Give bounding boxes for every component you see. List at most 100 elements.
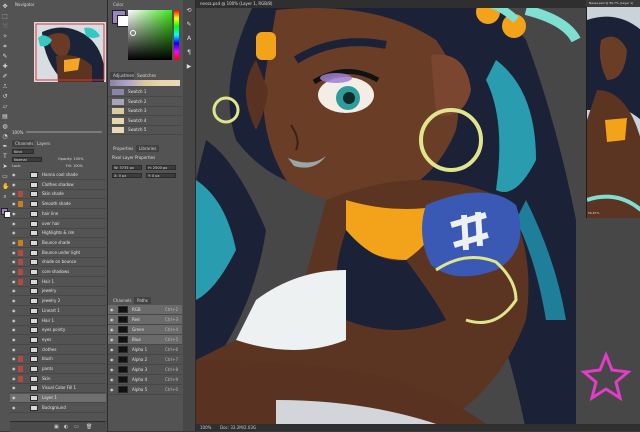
visibility-eye-icon[interactable]: ◉ [12, 395, 17, 400]
layer-name[interactable]: jewelry 2 [42, 297, 60, 305]
eraser-tool-icon[interactable]: ▱ [2, 104, 8, 110]
visibility-eye-icon[interactable]: ◉ [12, 240, 17, 245]
channel-row[interactable]: ◉ Blue Ctrl+5 [108, 335, 182, 345]
layer-name[interactable]: blush [42, 355, 53, 363]
visibility-eye-icon[interactable]: ◉ [12, 182, 17, 187]
hand-tool-icon[interactable]: ✋ [2, 184, 9, 190]
channel-row[interactable]: ◉ RGB Ctrl+2 [108, 305, 182, 315]
visibility-eye-icon[interactable]: ◉ [110, 337, 114, 342]
layer-name[interactable]: Smooth shade [42, 200, 71, 208]
swatch-color[interactable] [112, 108, 124, 114]
zoom-readout[interactable]: 100% [200, 424, 211, 431]
x-field[interactable]: X: 0 px [112, 173, 142, 178]
layer-row[interactable]: ◉ Highlights & rim [10, 229, 106, 239]
layer-thumbnail[interactable] [30, 346, 38, 353]
document-tab[interactable]: nessa.psd @ 100% (Layer 1, RGB/8) [196, 0, 586, 8]
history-brush-tool-icon[interactable]: ↺ [2, 94, 8, 100]
visibility-eye-icon[interactable]: ◉ [12, 211, 17, 216]
type-tool-icon[interactable]: T [2, 154, 8, 160]
visibility-eye-icon[interactable]: ◉ [12, 376, 17, 381]
layer-thumbnail[interactable] [30, 269, 38, 275]
layer-name[interactable]: hair line [42, 210, 58, 218]
swatch-color[interactable] [112, 98, 124, 105]
layer-row[interactable]: ◉ jewelry 2 [10, 297, 106, 307]
layer-thumbnail[interactable] [30, 356, 38, 363]
layer-row[interactable]: ◉ hair line [10, 210, 106, 219]
visibility-eye-icon[interactable]: ◉ [12, 308, 17, 313]
layer-thumbnail[interactable] [30, 307, 38, 314]
layer-row[interactable]: ◉ clothes [10, 346, 106, 355]
tab-layers[interactable]: Layers [34, 140, 54, 147]
visibility-eye-icon[interactable]: ◉ [110, 387, 114, 392]
pen-tool-icon[interactable]: ✒ [2, 144, 8, 150]
layer-row[interactable]: ◉ Background [10, 404, 106, 413]
navigator-zoom-slider[interactable] [26, 131, 102, 133]
layer-name[interactable]: Highlights & rim [42, 229, 74, 237]
actions-panel-icon[interactable]: ▶ [186, 64, 192, 70]
layer-thumbnail[interactable] [30, 336, 38, 343]
layer-row[interactable]: ◉ Hanna cool shade [10, 171, 106, 180]
color-picker-cursor[interactable] [130, 30, 136, 36]
visibility-eye-icon[interactable]: ◉ [12, 327, 17, 332]
swatch-color[interactable] [112, 117, 124, 124]
visibility-eye-icon[interactable]: ◉ [12, 221, 17, 226]
swatch-color[interactable] [112, 89, 124, 95]
layer-row[interactable]: ◉ shade on bounce [10, 258, 106, 268]
swatch-row[interactable]: Swatch 1 [108, 88, 182, 97]
layer-thumbnail[interactable] [30, 317, 38, 324]
layer-thumbnail[interactable] [30, 298, 38, 305]
width-field[interactable]: W: 3735 px [112, 165, 142, 170]
layer-thumbnail[interactable] [30, 230, 38, 237]
visibility-eye-icon[interactable]: ◉ [110, 327, 114, 332]
visibility-eye-icon[interactable]: ◉ [110, 357, 114, 362]
layer-row[interactable]: ◉ jewelry [10, 287, 106, 297]
visibility-eye-icon[interactable]: ◉ [12, 191, 17, 196]
layer-thumbnail[interactable] [30, 288, 38, 295]
brush-tool-icon[interactable]: ✐ [2, 74, 8, 80]
dodge-tool-icon[interactable]: ◔ [2, 134, 8, 140]
tab-paths[interactable]: Paths [134, 297, 151, 304]
channel-row[interactable]: ◉ Alpha 4 Ctrl+9 [108, 375, 182, 385]
blend-mode-select[interactable]: Normal [12, 157, 42, 162]
layer-thumbnail[interactable] [30, 327, 38, 334]
fill-field[interactable]: Fill: 100% [66, 164, 83, 169]
layer-name[interactable]: Skin [42, 375, 51, 383]
tab-color[interactable]: Color [110, 1, 127, 8]
layer-thumbnail[interactable] [30, 220, 38, 227]
delete-layer-icon[interactable]: 🗑 [86, 424, 92, 430]
swatch-row[interactable]: Swatch 3 [108, 107, 182, 116]
layer-thumbnail[interactable] [30, 385, 38, 392]
document-size[interactable]: Doc: 33.2M/2.03G [220, 424, 256, 431]
shape-tool-icon[interactable]: ▭ [2, 174, 8, 180]
layer-row[interactable]: ◉ Layer 1 [10, 394, 106, 404]
layer-row[interactable]: ◉ Hair 1 [10, 317, 106, 326]
visibility-eye-icon[interactable]: ◉ [12, 250, 17, 255]
layer-name[interactable]: Bounce shade [42, 239, 70, 247]
layer-name[interactable]: jewelry [42, 287, 56, 295]
visibility-eye-icon[interactable]: ◉ [110, 317, 114, 322]
layer-row[interactable]: ◉ Bounce shade [10, 239, 106, 248]
marquee-tool-icon[interactable]: ⬚ [2, 14, 8, 20]
visibility-eye-icon[interactable]: ◉ [12, 356, 17, 361]
zoom-tool-icon[interactable]: ⌕ [2, 194, 8, 200]
layer-row[interactable]: ◉ Skin [10, 375, 106, 384]
layer-thumbnail[interactable] [30, 278, 38, 285]
visibility-eye-icon[interactable]: ◉ [12, 318, 17, 323]
reference-window[interactable] [586, 0, 640, 218]
channel-row[interactable]: ◉ Alpha 2 Ctrl+7 [108, 355, 182, 365]
layer-thumbnail[interactable] [30, 249, 38, 256]
layer-thumbnail[interactable] [30, 259, 38, 266]
layer-thumbnail[interactable] [30, 404, 38, 411]
swatch-row[interactable]: Swatch 5 [108, 126, 182, 135]
visibility-eye-icon[interactable]: ◉ [12, 385, 17, 390]
layer-row[interactable]: ◉ Skin shade [10, 190, 106, 200]
channel-row[interactable]: ◉ Green Ctrl+4 [108, 325, 182, 335]
layer-row[interactable]: ◉ eyes pointy [10, 326, 106, 336]
layer-name[interactable]: Hair 1 [42, 317, 54, 325]
reference-window-titlebar[interactable]: Nessa.psd @ 56.7% (Layer 1) [586, 0, 640, 7]
layer-row[interactable]: ◉ Bounce under light [10, 249, 106, 258]
layer-name[interactable]: Bounce under light [42, 249, 80, 257]
visibility-eye-icon[interactable]: ◉ [110, 377, 114, 382]
layer-name[interactable]: eyes pointy [42, 326, 65, 334]
visibility-eye-icon[interactable]: ◉ [12, 279, 17, 284]
